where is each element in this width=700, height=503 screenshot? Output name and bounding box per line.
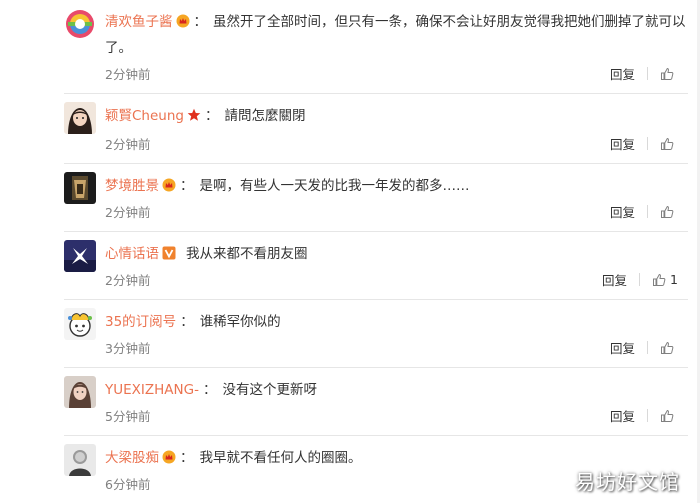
- divider: [647, 67, 648, 80]
- username-link[interactable]: 颖賢Cheung: [105, 108, 184, 124]
- reply-button[interactable]: 回复: [610, 338, 635, 357]
- like-button[interactable]: [660, 67, 678, 81]
- comment-time: 3分钟前: [105, 341, 151, 356]
- comment-item: 清欢鱼子酱 ：虽然开了全部时间，但只有一条，确保不会让好朋友觉得我把她们删掉了就可…: [0, 0, 700, 94]
- divider: [647, 137, 648, 150]
- comment-colon: ：: [193, 14, 208, 30]
- comment-item: 心情话语 我从来都不看朋友圈 2分钟前 回复 1: [0, 232, 700, 300]
- username-link[interactable]: 清欢鱼子酱: [105, 14, 173, 30]
- like-button[interactable]: 1: [652, 272, 678, 287]
- comment-text: 谁稀罕你似的: [199, 314, 281, 330]
- username-link[interactable]: 大梁股痴: [105, 450, 159, 466]
- vip-crown-icon: [162, 178, 176, 192]
- avatar[interactable]: [64, 240, 96, 272]
- like-button[interactable]: [660, 137, 678, 151]
- avatar[interactable]: [64, 8, 96, 40]
- avatar[interactable]: [64, 376, 96, 408]
- reply-button[interactable]: 回复: [610, 64, 635, 83]
- username-link[interactable]: YUEXIZHANG-: [105, 382, 199, 398]
- comment-text: 我早就不看任何人的圈圈。: [199, 450, 362, 466]
- comment-time: 2分钟前: [105, 273, 151, 288]
- reply-button[interactable]: 回复: [602, 270, 627, 289]
- comment-item: YUEXIZHANG-： 没有这个更新呀 5分钟前 回复: [0, 368, 700, 436]
- comment-text: 没有这个更新呀: [222, 382, 317, 398]
- comment-colon: ：: [204, 108, 219, 124]
- comment-text: 虽然开了全部时间，但只有一条，确保不会让好朋友觉得我把她们删掉了就可以了。: [105, 14, 686, 56]
- username-link[interactable]: 35的订阅号: [105, 314, 176, 330]
- reply-button[interactable]: 回复: [610, 406, 635, 425]
- comment-time: 2分钟前: [105, 137, 151, 152]
- avatar[interactable]: [64, 444, 96, 476]
- vip-crown-icon: [176, 14, 190, 28]
- reply-button[interactable]: 回复: [610, 134, 635, 153]
- like-count: 1: [670, 272, 678, 287]
- watermark: 易坊好文馆: [575, 470, 680, 494]
- comment-text: 我从来都不看朋友圈: [186, 246, 308, 262]
- thumbs-up-icon: [660, 137, 674, 151]
- reply-button[interactable]: 回复: [610, 202, 635, 221]
- comment-colon: ：: [180, 450, 194, 466]
- comment-colon: ：: [180, 178, 194, 194]
- vip-crown-icon: [162, 450, 176, 464]
- comment-time: 6分钟前: [105, 477, 151, 492]
- comment-text: 請問怎麼關閉: [224, 108, 306, 124]
- thumbs-up-icon: [660, 205, 674, 219]
- divider: [647, 205, 648, 218]
- like-button[interactable]: [660, 409, 678, 423]
- avatar[interactable]: [64, 102, 96, 134]
- comment-time: 2分钟前: [105, 67, 151, 82]
- verified-v-icon: [162, 246, 176, 260]
- red-star-icon: [187, 108, 201, 122]
- divider: [647, 341, 648, 354]
- thumbs-up-icon: [652, 273, 666, 287]
- comment-text: 是啊，有些人一天发的比我一年发的都多……: [199, 178, 470, 194]
- comment-item: 梦境胜景 ： 是啊，有些人一天发的比我一年发的都多…… 2分钟前 回复: [0, 164, 700, 232]
- comment-time: 5分钟前: [105, 409, 151, 424]
- divider: [639, 273, 641, 286]
- comment-colon: ：: [180, 314, 194, 330]
- like-button[interactable]: [660, 341, 678, 355]
- thumbs-up-icon: [660, 409, 674, 423]
- comment-colon: ：: [202, 382, 217, 398]
- comment-item: 35的订阅号： 谁稀罕你似的 3分钟前 回复: [0, 300, 700, 368]
- username-link[interactable]: 梦境胜景: [105, 178, 159, 194]
- divider: [647, 409, 648, 422]
- like-button[interactable]: [660, 205, 678, 219]
- avatar[interactable]: [64, 308, 96, 340]
- username-link[interactable]: 心情话语: [105, 246, 159, 262]
- avatar[interactable]: [64, 172, 96, 204]
- comment-time: 2分钟前: [105, 205, 151, 220]
- thumbs-up-icon: [660, 341, 674, 355]
- comment-item: 颖賢Cheung ： 請問怎麼關閉 2分钟前 回复: [0, 94, 700, 164]
- thumbs-up-icon: [660, 67, 674, 81]
